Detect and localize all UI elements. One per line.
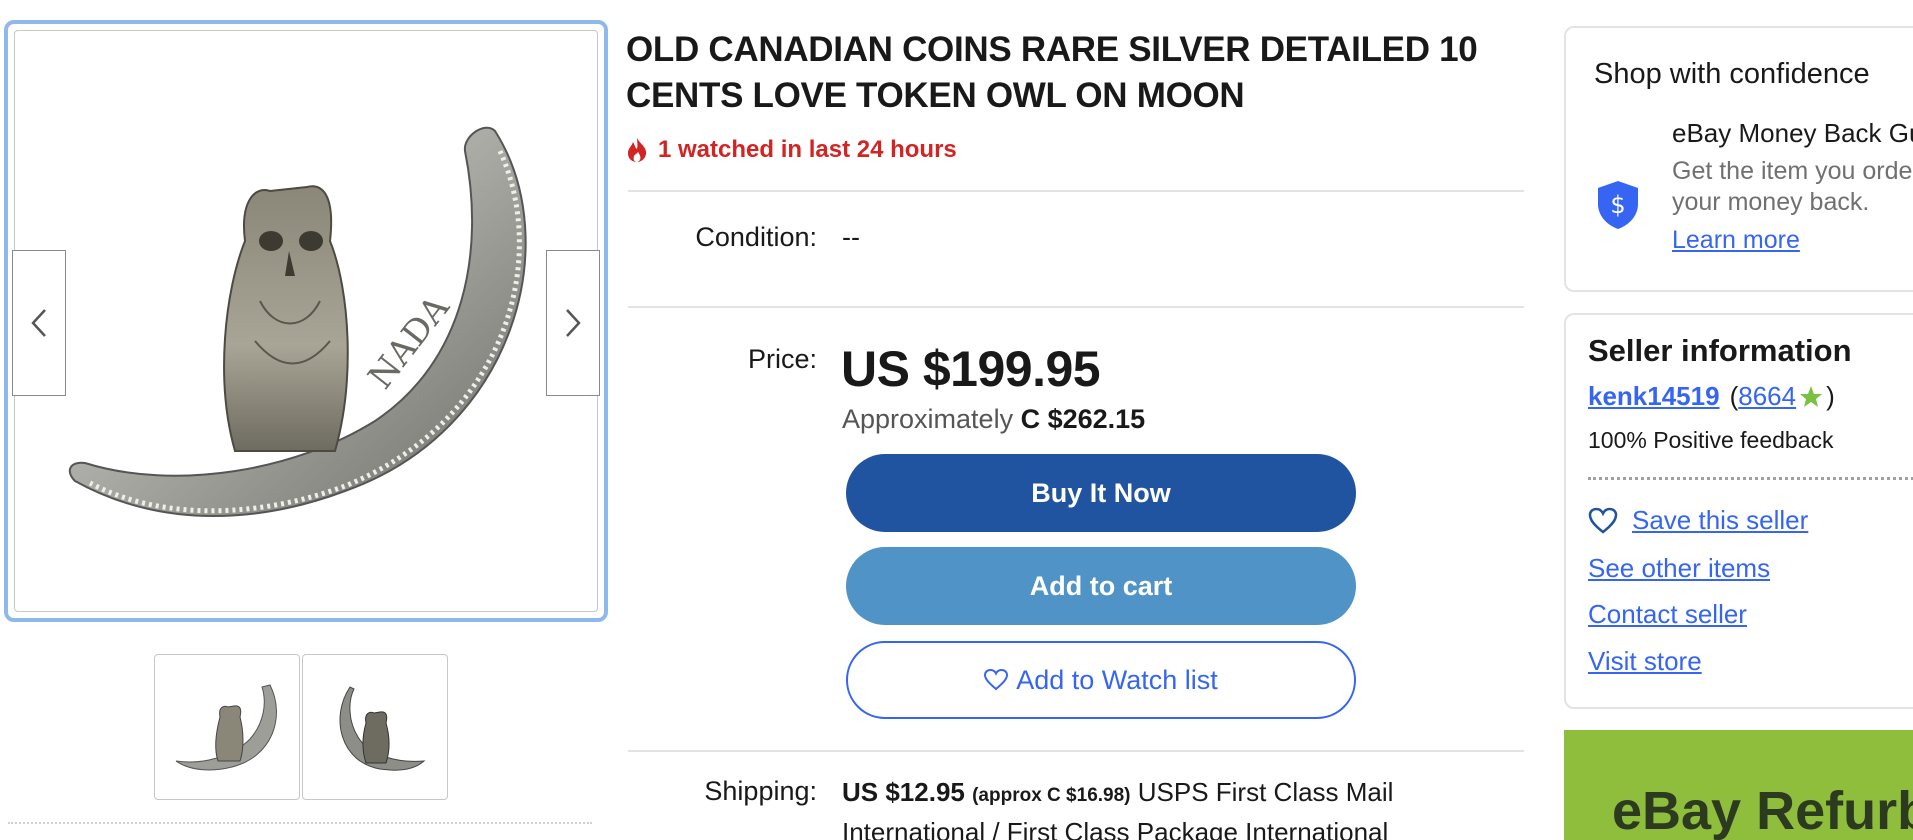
green-star-icon	[1800, 385, 1823, 407]
shipping-service-line2: International / First Class Package Inte…	[842, 817, 1389, 840]
chevron-left-icon	[31, 309, 46, 337]
add-to-cart-button[interactable]: Add to cart	[846, 547, 1356, 625]
next-image-button[interactable]	[546, 250, 600, 396]
flame-icon	[628, 138, 647, 162]
save-seller-action[interactable]: Save this seller	[1588, 505, 1808, 536]
shipping-price: US $12.95	[842, 777, 965, 807]
shipping-details: US $12.95 (approx C $16.98) USPS First C…	[842, 774, 1442, 840]
learn-more-link[interactable]: Learn more	[1672, 226, 1800, 255]
condition-value: --	[842, 222, 860, 252]
positive-feedback: 100% Positive feedback	[1588, 427, 1834, 453]
gallery-divider	[8, 822, 592, 824]
feedback-score-link[interactable]: 8664	[1738, 381, 1796, 412]
chevron-right-icon	[566, 309, 581, 337]
price-label: Price:	[747, 344, 817, 374]
watch-signal-text: 1 watched in last 24 hours	[658, 136, 957, 163]
heart-icon	[984, 669, 1009, 691]
divider	[628, 306, 1524, 308]
shipping-approx: (approx C $16.98)	[972, 785, 1131, 806]
banner-text: eBay Refurbished	[1612, 781, 1913, 840]
price-value: US $199.95	[841, 341, 1101, 397]
visit-store-link[interactable]: Visit store	[1588, 646, 1702, 677]
shop-with-confidence-card: Shop with confidence $ eBay Money Back G…	[1564, 26, 1913, 292]
shield-dollar-icon: $	[1598, 181, 1638, 229]
item-title: OLD CANADIAN COINS RARE SILVER DETAILED …	[626, 30, 1478, 115]
add-to-watchlist-button[interactable]: Add to Watch list	[846, 641, 1356, 719]
thumbnail-owl-moon-image	[339, 686, 426, 771]
thumbnail-owl-moon-image	[175, 684, 277, 771]
watch-signal: 1 watched in last 24 hours	[626, 136, 957, 164]
divider	[628, 750, 1524, 752]
previous-image-button[interactable]	[12, 250, 66, 396]
approx-price: Approximately C $262.15	[842, 404, 1145, 435]
shipping-service-line1: USPS First Class Mail	[1137, 777, 1394, 807]
condition-label: Condition:	[695, 222, 817, 252]
image-gallery: NADA	[4, 20, 608, 622]
money-back-guarantee-title: eBay Money Back Guarantee	[1672, 118, 1913, 148]
mbg-desc-line1: Get the item you ordered or get	[1672, 157, 1913, 185]
main-image-frame[interactable]: NADA	[14, 30, 598, 612]
shipping-label: Shipping:	[704, 776, 817, 806]
approx-prefix: Approximately	[842, 404, 1014, 434]
save-seller-link[interactable]: Save this seller	[1632, 505, 1808, 536]
seller-info-title: Seller information	[1588, 333, 1852, 368]
money-back-guarantee-description: Get the item you ordered or get your mon…	[1672, 156, 1913, 218]
svg-text:$: $	[1610, 191, 1625, 219]
seller-information-card: Seller information kenk14519 ( 8664 ) 10…	[1564, 313, 1913, 709]
contact-seller-link[interactable]: Contact seller	[1588, 599, 1747, 630]
see-other-items-link[interactable]: See other items	[1588, 553, 1770, 584]
close-paren: )	[1826, 381, 1835, 411]
thumbnail-1[interactable]	[154, 654, 300, 800]
dotted-divider	[1588, 477, 1913, 480]
add-to-watchlist-label: Add to Watch list	[1016, 664, 1218, 695]
approx-value: C $262.15	[1020, 404, 1146, 434]
seller-identity: kenk14519 ( 8664 )	[1588, 381, 1835, 412]
heart-icon	[1588, 507, 1618, 534]
seller-username-link[interactable]: kenk14519	[1588, 381, 1720, 412]
listing-page: NADA OLD CANADIAN COINS RARE SILVER DETA…	[0, 0, 1913, 840]
thumbnail-2[interactable]	[302, 654, 448, 800]
owl-on-moon-coin-image: NADA	[68, 126, 527, 517]
thumbnail-strip	[154, 654, 448, 800]
mbg-desc-line2: your money back.	[1672, 188, 1870, 216]
buy-it-now-button[interactable]: Buy It Now	[846, 454, 1356, 532]
confidence-title: Shop with confidence	[1594, 58, 1870, 90]
ebay-refurbished-banner[interactable]: eBay Refurbished	[1564, 730, 1913, 840]
open-paren: (	[1729, 381, 1739, 411]
divider	[628, 190, 1524, 192]
